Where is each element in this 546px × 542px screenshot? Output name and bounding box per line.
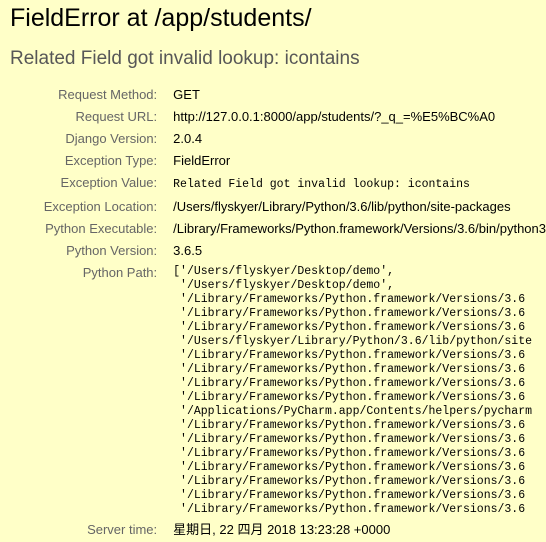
python-version-label: Python Version: [66, 243, 158, 258]
python-path-line: '/Library/Frameworks/Python.framework/Ve… [173, 363, 526, 376]
python-path-line: '/Library/Frameworks/Python.framework/Ve… [173, 321, 526, 334]
exception-type-value: FieldError [173, 153, 231, 168]
python-path-line: '/Library/Frameworks/Python.framework/Ve… [173, 503, 526, 516]
exception-value-label: Exception Value: [60, 175, 158, 190]
meta-row-request-method: Request Method: GET [0, 84, 546, 106]
django-version-label: Django Version: [65, 131, 158, 146]
python-path-line: '/Library/Frameworks/Python.framework/Ve… [173, 293, 526, 306]
django-version-value: 2.0.4 [173, 131, 203, 146]
server-time-value: 星期日, 22 四月 2018 13:23:28 +0000 [173, 522, 391, 537]
python-path-line: '/Library/Frameworks/Python.framework/Ve… [173, 377, 526, 390]
exception-type-label: Exception Type: [64, 153, 158, 168]
meta-row-python-version: Python Version: 3.6.5 [0, 240, 546, 262]
python-path-line: '/Library/Frameworks/Python.framework/Ve… [173, 307, 526, 320]
exception-value-value: Related Field got invalid lookup: iconta… [173, 178, 470, 191]
meta-row-exception-value: Exception Value: Related Field got inval… [0, 172, 546, 196]
python-path-label: Python Path: [82, 265, 158, 280]
meta-row-request-url: Request URL: http://127.0.0.1:8000/app/s… [0, 106, 546, 128]
meta-row-server-time: Server time: 星期日, 22 四月 2018 13:23:28 +0… [0, 517, 546, 541]
python-version-value: 3.6.5 [173, 243, 203, 258]
error-page: FieldError at /app/students/ Related Fie… [0, 0, 546, 542]
python-executable-label: Python Executable: [45, 221, 158, 236]
meta-row-python-executable: Python Executable: /Library/Frameworks/P… [0, 218, 546, 240]
python-path-line: '/Library/Frameworks/Python.framework/Ve… [173, 461, 526, 474]
python-path-line: '/Library/Frameworks/Python.framework/Ve… [173, 419, 526, 432]
python-path-line: '/Users/flyskyer/Library/Python/3.6/lib/… [173, 335, 533, 348]
page-title: FieldError at /app/students/ [10, 4, 312, 32]
request-meta-table: Request Method: GET Request URL: http://… [0, 84, 546, 541]
python-path-line: '/Users/flyskyer/Desktop/demo', [173, 279, 394, 292]
meta-row-exception-type: Exception Type: FieldError [0, 150, 546, 172]
python-path-line: '/Library/Frameworks/Python.framework/Ve… [173, 447, 526, 460]
python-path-line: '/Library/Frameworks/Python.framework/Ve… [173, 349, 526, 362]
meta-row-django-version: Django Version: 2.0.4 [0, 128, 546, 150]
exception-location-label: Exception Location: [43, 199, 158, 214]
request-url-label: Request URL: [75, 109, 158, 124]
python-path-line: '/Library/Frameworks/Python.framework/Ve… [173, 433, 526, 446]
python-executable-value: /Library/Frameworks/Python.framework/Ver… [173, 221, 546, 236]
python-path-value: ['/Users/flyskyer/Desktop/demo', '/Users… [173, 262, 546, 517]
exception-location-value: /Users/flyskyer/Library/Python/3.6/lib/p… [173, 199, 511, 214]
server-time-label: Server time: [87, 522, 158, 537]
exception-summary: Related Field got invalid lookup: iconta… [10, 48, 360, 69]
request-method-label: Request Method: [58, 87, 158, 102]
python-path-line: '/Library/Frameworks/Python.framework/Ve… [173, 475, 526, 488]
python-path-line: '/Library/Frameworks/Python.framework/Ve… [173, 391, 526, 404]
request-method-value: GET [173, 87, 200, 102]
request-url-value: http://127.0.0.1:8000/app/students/?_q_=… [173, 109, 496, 124]
python-path-line: ['/Users/flyskyer/Desktop/demo', [173, 265, 394, 278]
python-path-line: '/Applications/PyCharm.app/Contents/help… [173, 405, 533, 418]
python-path-line: '/Library/Frameworks/Python.framework/Ve… [173, 489, 526, 502]
meta-row-python-path: Python Path: ['/Users/flyskyer/Desktop/d… [0, 262, 546, 517]
meta-row-exception-location: Exception Location: /Users/flyskyer/Libr… [0, 196, 546, 218]
